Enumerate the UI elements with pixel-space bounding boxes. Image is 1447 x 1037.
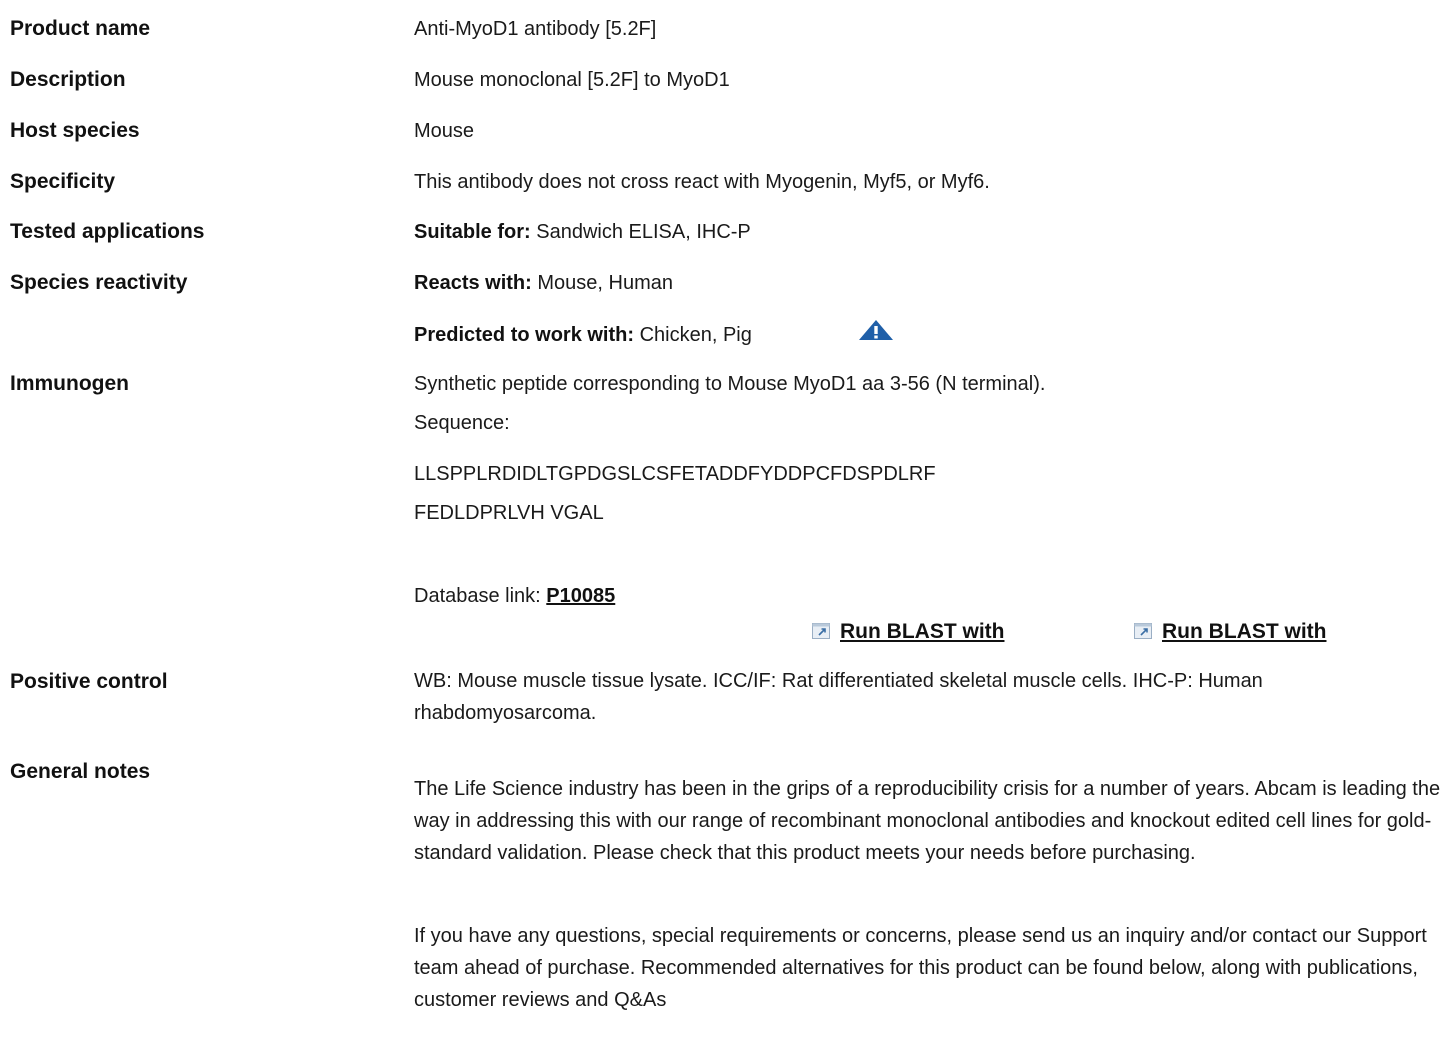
suitable-for-value: Sandwich ELISA, IHC-P <box>530 221 751 243</box>
label-host-species: Host species <box>10 119 140 142</box>
database-link-prefix: Database link: <box>414 585 547 607</box>
value-positive-control: WB: Mouse muscle tissue lysate. ICC/IF: … <box>414 670 1263 724</box>
label-positive-control: Positive control <box>10 670 168 693</box>
value-specificity: This antibody does not cross react with … <box>414 171 990 193</box>
database-link-row: Database link: P10085 <box>414 585 615 608</box>
general-notes-paragraph-2: If you have any questions, special requi… <box>414 925 1427 1011</box>
label-specificity: Specificity <box>10 170 116 193</box>
value-host-species: Mouse <box>414 120 475 142</box>
reacts-with-value: Mouse, Human <box>531 272 673 294</box>
immunogen-sequence-line-1: LLSPPLRDIDLTGPDGSLCSFETADDFYDDPCFDSPDLRF <box>414 463 936 485</box>
run-blast-link-1-text[interactable]: Run BLAST with <box>840 620 1004 643</box>
predicted-value: Chicken, Pig <box>634 324 752 346</box>
label-general-notes: General notes <box>10 760 151 783</box>
immunogen-description: Synthetic peptide corresponding to Mouse… <box>414 373 1046 395</box>
reacts-with-prefix: Reacts with: <box>414 272 532 294</box>
label-product-name: Product name <box>10 17 151 40</box>
label-immunogen: Immunogen <box>10 372 129 395</box>
run-blast-link-1[interactable]: Run BLAST with <box>812 620 1004 644</box>
run-blast-link-2-text[interactable]: Run BLAST with <box>1162 620 1326 643</box>
value-reacts-with: Reacts with: Mouse, Human <box>414 272 673 295</box>
immunogen-sequence-label: Sequence: <box>414 412 510 434</box>
external-link-icon <box>812 623 830 639</box>
value-product-name: Anti-MyoD1 antibody [5.2F] <box>414 18 657 40</box>
triangle-warning-icon[interactable] <box>857 319 895 341</box>
value-tested-applications: Suitable for: Sandwich ELISA, IHC-P <box>414 221 751 244</box>
label-species-reactivity: Species reactivity <box>10 271 188 294</box>
general-notes-paragraph-1: The Life Science industry has been in th… <box>414 778 1441 864</box>
database-link-p10085[interactable]: P10085 <box>546 585 615 607</box>
external-link-icon <box>1134 623 1152 639</box>
immunogen-sequence-line-2: FEDLDPRLVH VGAL <box>414 502 604 524</box>
label-description: Description <box>10 68 126 91</box>
value-description: Mouse monoclonal [5.2F] to MyoD1 <box>414 69 730 91</box>
label-tested-applications: Tested applications <box>10 220 205 243</box>
predicted-prefix: Predicted to work with: <box>414 324 635 346</box>
suitable-for-prefix: Suitable for: <box>414 221 531 243</box>
run-blast-link-2[interactable]: Run BLAST with <box>1134 620 1326 644</box>
value-predicted-to-work: Predicted to work with: Chicken, Pig <box>414 324 752 347</box>
